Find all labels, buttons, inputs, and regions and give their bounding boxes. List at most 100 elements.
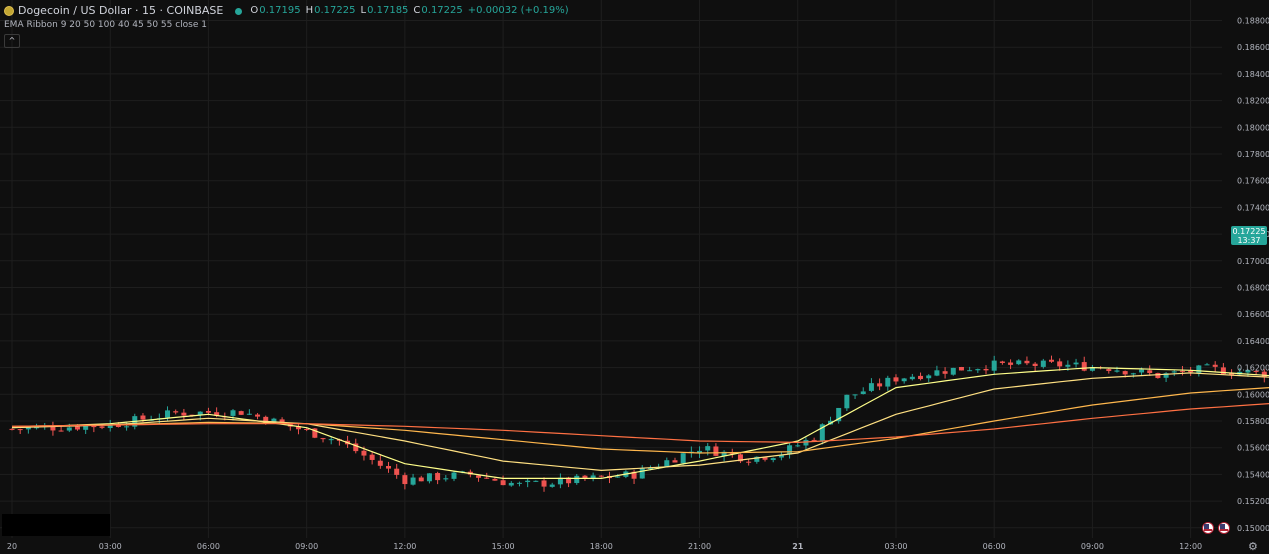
candle-body [697,450,703,453]
market-status-icon [235,7,243,15]
price-axis[interactable]: 0.18800 0.18600 0.18400 0.18200 0.18000 0.178… [1237,17,1269,533]
candle-body [255,414,261,417]
last-price-value: 0.17225 [1232,227,1266,236]
candle-body [74,426,80,430]
candle-body [9,428,15,430]
candle-body [999,361,1005,363]
us-flag-icon[interactable] [1202,522,1214,534]
candle-body [615,476,621,478]
candle-body [1179,370,1185,372]
candle-body [877,383,883,387]
open-value: 0.17195 [259,5,301,16]
candle-body [598,475,604,477]
y-tick-label: 0.16400 [1237,337,1269,346]
candle-body [909,376,915,380]
candle-body [525,480,531,483]
candle-body [803,439,809,446]
candle-body [639,468,645,479]
candle-body [402,475,408,485]
y-tick-label: 0.15400 [1237,470,1269,479]
candle-body [492,478,498,481]
candle-body [1065,364,1071,367]
ema-ribbon-lines [11,366,1269,479]
price-chart[interactable]: 0.18800 0.18600 0.18400 0.18200 0.18000 0.178… [0,0,1269,554]
candle-body [533,480,539,482]
candle-body [1073,362,1079,365]
candle-body [58,430,64,432]
candle-body [304,429,310,431]
candle-body [975,369,981,371]
redacted-box [2,514,110,536]
low-value: 0.17185 [367,5,409,16]
candle-body [1057,361,1063,367]
candle-body [868,383,874,391]
candle-body [386,465,392,469]
candle-body [1106,369,1112,371]
low-label: L [360,5,367,16]
gear-icon[interactable]: ⚙ [1248,540,1258,553]
y-tick-label: 0.16200 [1237,364,1269,373]
candlestick-series [9,355,1267,492]
x-tick-label: 20 [7,542,17,551]
candle-body [926,375,932,379]
candle-body [1122,371,1128,375]
candle-body [1130,373,1136,375]
x-tick-label: 12:00 [393,542,416,551]
x-tick-label: 03:00 [99,542,122,551]
ema-ribbon-label[interactable]: EMA Ribbon 9 20 50 100 40 45 50 55 close… [4,18,207,32]
close-value: 0.17225 [421,5,463,16]
candle-body [435,473,441,481]
candle-body [238,411,244,415]
change-value: +0.00032 (+0.19%) [467,5,569,16]
collapse-legend-button[interactable]: ^ [4,34,20,48]
y-tick-label: 0.18600 [1237,43,1269,52]
bar-countdown: 13:37 [1237,236,1261,245]
symbol-title[interactable]: Dogecoin / US Dollar · 15 · COINBASE [18,4,223,18]
x-tick-label: 03:00 [884,542,907,551]
candle-body [918,375,924,380]
candle-body [426,473,432,482]
candle-body [795,445,801,447]
candle-body [181,412,187,416]
candle-body [1188,370,1194,373]
candle-body [541,480,547,487]
candle-body [1204,364,1210,366]
candle-body [705,446,711,451]
candle-body [1016,360,1022,365]
candle-body [885,377,891,387]
us-flag-icon-2[interactable] [1218,522,1230,534]
candle-body [770,458,776,461]
candle-body [1139,369,1145,373]
x-tick-label: 09:00 [295,542,318,551]
candle-body [230,410,236,416]
candle-body [140,415,146,420]
candle-body [934,370,940,376]
x-tick-label: 06:00 [197,542,220,551]
x-tick-label: 06:00 [983,542,1006,551]
candle-body [369,454,375,460]
candle-body [205,410,211,413]
candle-body [811,439,817,441]
candle-body [574,475,580,484]
candle-body [852,394,858,396]
high-label: H [305,5,314,16]
y-tick-label: 0.17600 [1237,177,1269,186]
candle-body [173,411,179,413]
candle-body [1081,362,1087,371]
y-tick-label: 0.16000 [1237,390,1269,399]
candle-body [1114,370,1120,372]
candle-body [950,367,956,375]
candle-body [246,413,252,415]
candle-body [1212,364,1218,367]
candle-body [451,472,457,479]
y-tick-label: 0.18000 [1237,123,1269,132]
indicator-row[interactable]: EMA Ribbon 9 20 50 100 40 45 50 55 close… [4,18,574,32]
candle-body [50,426,56,431]
candle-body [66,427,72,431]
y-tick-label: 0.18400 [1237,70,1269,79]
x-tick-label: 18:00 [590,542,613,551]
candle-body [893,377,899,382]
time-axis[interactable]: 20 03:00 06:00 09:00 12:00 15:00 18:00 21:00 21 0… [7,542,1269,551]
ema-100-line [11,403,1269,444]
candle-body [124,426,130,428]
